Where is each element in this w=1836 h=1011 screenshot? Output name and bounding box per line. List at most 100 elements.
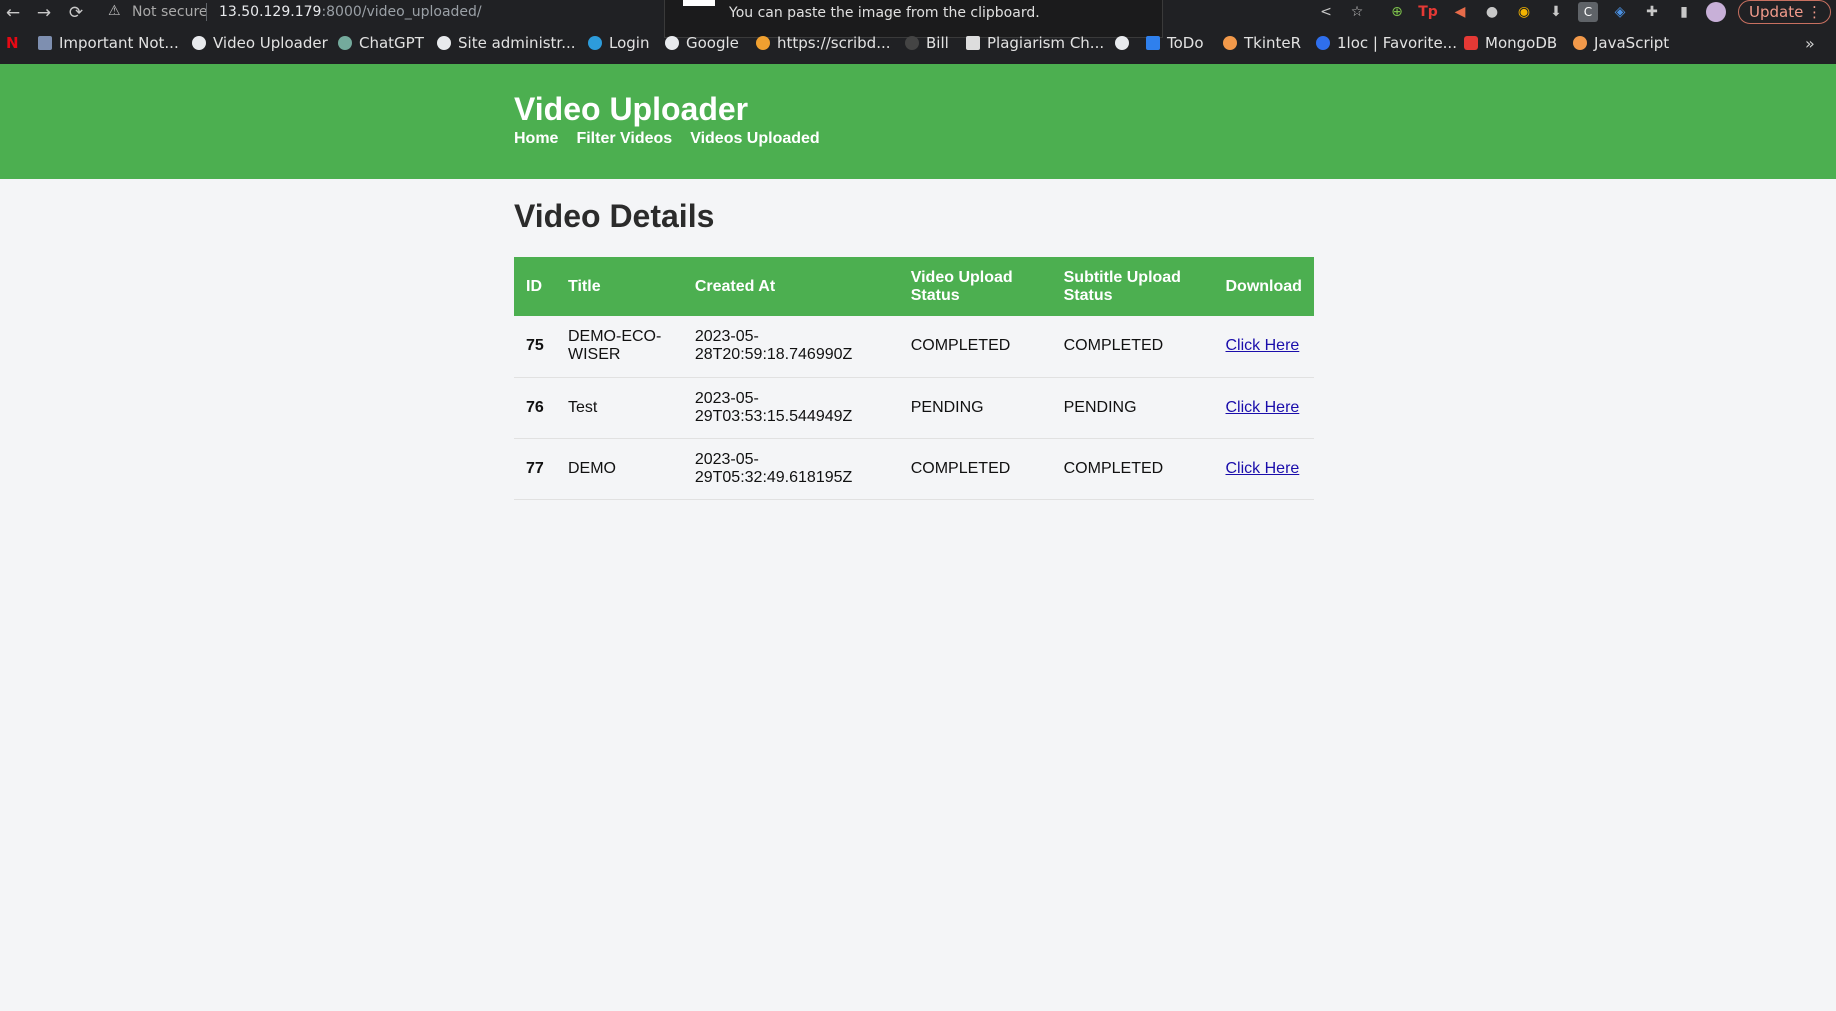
globe-icon <box>192 36 206 50</box>
bookmark-item[interactable]: Login <box>588 34 649 52</box>
plagiarism-icon <box>966 36 980 50</box>
download-link[interactable]: Click Here <box>1226 337 1300 354</box>
column-header-title: Title <box>567 277 601 295</box>
cell-subtitle-status: COMPLETED <box>1063 459 1164 477</box>
bookmark-item[interactable]: Important Not... <box>38 34 179 52</box>
cell-created-at: 2023-05-29T05:32:49.618195Z <box>694 450 853 486</box>
extension-tp-icon[interactable]: Tp <box>1418 2 1438 22</box>
bookmark-item[interactable]: Plagiarism Ch... <box>966 34 1104 52</box>
download-link[interactable]: Click Here <box>1226 399 1300 416</box>
table-row: 76 Test 2023-05-29T03:53:15.544949Z PEND… <box>514 377 1314 438</box>
cell-title: DEMO-ECO-WISER <box>567 328 662 364</box>
bookmark-item[interactable]: Video Uploader <box>192 34 328 52</box>
share-icon[interactable]: < <box>1316 2 1336 22</box>
star-icon[interactable]: ☆ <box>1347 2 1367 22</box>
download-link[interactable]: Click Here <box>1226 460 1300 477</box>
update-label: Update <box>1749 3 1804 21</box>
browser-toolbar: ← → ⟳ ⚠ Not secure 13.50.129.179:8000/vi… <box>0 0 1836 38</box>
cell-download: Click Here <box>1214 438 1315 499</box>
bookmark-label: JavaScript <box>1594 34 1670 52</box>
table-row: 77 DEMO 2023-05-29T05:32:49.618195Z COMP… <box>514 438 1314 499</box>
bookmark-label: MongoDB <box>1485 34 1558 52</box>
bookmark-item[interactable]: https://scribd... <box>756 34 891 52</box>
login-icon <box>588 36 602 50</box>
bill-icon <box>905 36 919 50</box>
bookmark-item[interactable] <box>1115 34 1136 52</box>
table-header: ID Title Created At Video Upload Status … <box>514 257 1314 316</box>
extension-plus-icon[interactable]: ⊕ <box>1387 2 1407 22</box>
cell-id: 75 <box>526 337 544 355</box>
bookmark-label: https://scribd... <box>777 34 891 52</box>
cell-id: 77 <box>526 459 544 477</box>
nav-filter-videos-link[interactable]: Filter Videos <box>576 130 672 147</box>
cell-video-status: COMPLETED <box>910 337 1011 355</box>
site-header: Video Uploader Home Filter Videos Videos U… <box>0 64 1836 179</box>
bookmark-label: Google <box>686 34 739 52</box>
bookmark-item[interactable]: Google <box>665 34 739 52</box>
extension-shield-icon[interactable]: ◈ <box>1610 2 1630 22</box>
extension-color-icon[interactable]: ◉ <box>1514 2 1534 22</box>
forward-icon[interactable]: → <box>33 2 55 24</box>
bookmark-label: Site administr... <box>458 34 576 52</box>
table-header-row: ID Title Created At Video Upload Status … <box>514 257 1314 316</box>
download-icon[interactable]: ⬇ <box>1546 2 1566 22</box>
netflix-icon[interactable]: N <box>6 34 19 52</box>
nav-videos-uploaded-link[interactable]: Videos Uploaded <box>690 130 820 147</box>
bookmark-item[interactable]: Bill <box>905 34 949 52</box>
cell-subtitle-status: COMPLETED <box>1063 337 1164 355</box>
bookmark-label: 1loc | Favorite... <box>1337 34 1457 52</box>
table-row: 75 DEMO-ECO-WISER 2023-05-28T20:59:18.74… <box>514 316 1314 377</box>
bookmark-item[interactable]: ToDo <box>1146 34 1204 52</box>
bookmark-label: ToDo <box>1167 34 1204 52</box>
menu-icon[interactable]: ⋮ <box>1807 1 1822 23</box>
browser-chrome: ← → ⟳ ⚠ Not secure 13.50.129.179:8000/vi… <box>0 0 1836 64</box>
bookmark-label: Video Uploader <box>213 34 328 52</box>
bookmarks-bar: N Important Not... Video Uploader ChatGP… <box>0 32 1836 58</box>
site-nav: Home Filter Videos Videos Uploaded <box>514 130 838 148</box>
bookmark-item[interactable]: 1loc | Favorite... <box>1316 34 1457 52</box>
column-header-subtitle-upload-status: Subtitle Upload Status <box>1063 268 1181 304</box>
bookmark-label: Login <box>609 34 650 52</box>
bookmark-item[interactable]: Site administr... <box>437 34 576 52</box>
nav-home-link[interactable]: Home <box>514 130 558 147</box>
bookmark-label: ChatGPT <box>359 34 424 52</box>
bookmark-favicon-icon <box>38 36 52 50</box>
globe-icon <box>1115 36 1129 50</box>
reload-icon[interactable]: ⟳ <box>65 2 87 24</box>
address-divider <box>206 3 207 21</box>
update-button[interactable]: Update ⋮ <box>1738 0 1831 24</box>
site-title: Video Uploader <box>514 91 749 127</box>
bookmark-item[interactable]: JavaScript <box>1573 34 1669 52</box>
bookmark-item[interactable]: MongoDB <box>1464 34 1557 52</box>
cell-subtitle-status: PENDING <box>1063 398 1137 416</box>
oneloc-icon <box>1316 36 1330 50</box>
bookmarks-more-icon[interactable]: » <box>1805 34 1815 53</box>
bookmark-label: Important Not... <box>59 34 179 52</box>
scribd-icon <box>756 36 770 50</box>
extension-circle-icon[interactable]: ● <box>1482 2 1502 22</box>
bookmark-item[interactable]: ChatGPT <box>338 34 424 52</box>
url-path: :8000/video_uploaded/ <box>321 4 482 20</box>
back-icon[interactable]: ← <box>2 2 24 24</box>
video-details-table: ID Title Created At Video Upload Status … <box>514 257 1314 500</box>
bookmark-label: Plagiarism Ch... <box>987 34 1105 52</box>
sidepanel-icon[interactable]: ▮ <box>1674 2 1694 22</box>
cell-id: 76 <box>526 398 544 416</box>
column-header-video-upload-status: Video Upload Status <box>910 268 1013 304</box>
table-body: 75 DEMO-ECO-WISER 2023-05-28T20:59:18.74… <box>514 316 1314 499</box>
toast-thumbnail <box>683 0 715 6</box>
todo-icon <box>1146 36 1160 50</box>
bookmark-item[interactable]: TkinteR <box>1223 34 1301 52</box>
security-indicator[interactable]: Not secure <box>132 4 208 20</box>
youtube-icon <box>1464 36 1478 50</box>
warning-icon[interactable]: ⚠ <box>108 3 121 19</box>
extension-c-icon[interactable]: C <box>1578 2 1598 22</box>
extension-tag-icon[interactable]: ◀ <box>1450 2 1470 22</box>
avatar[interactable] <box>1706 2 1726 22</box>
google-icon <box>665 36 679 50</box>
address-bar[interactable]: 13.50.129.179:8000/video_uploaded/ <box>219 4 482 20</box>
javascript-icon <box>1573 36 1587 50</box>
puzzle-icon[interactable]: ✚ <box>1642 2 1662 22</box>
cell-title: Test <box>567 398 598 416</box>
bookmark-label: TkinteR <box>1244 34 1302 52</box>
